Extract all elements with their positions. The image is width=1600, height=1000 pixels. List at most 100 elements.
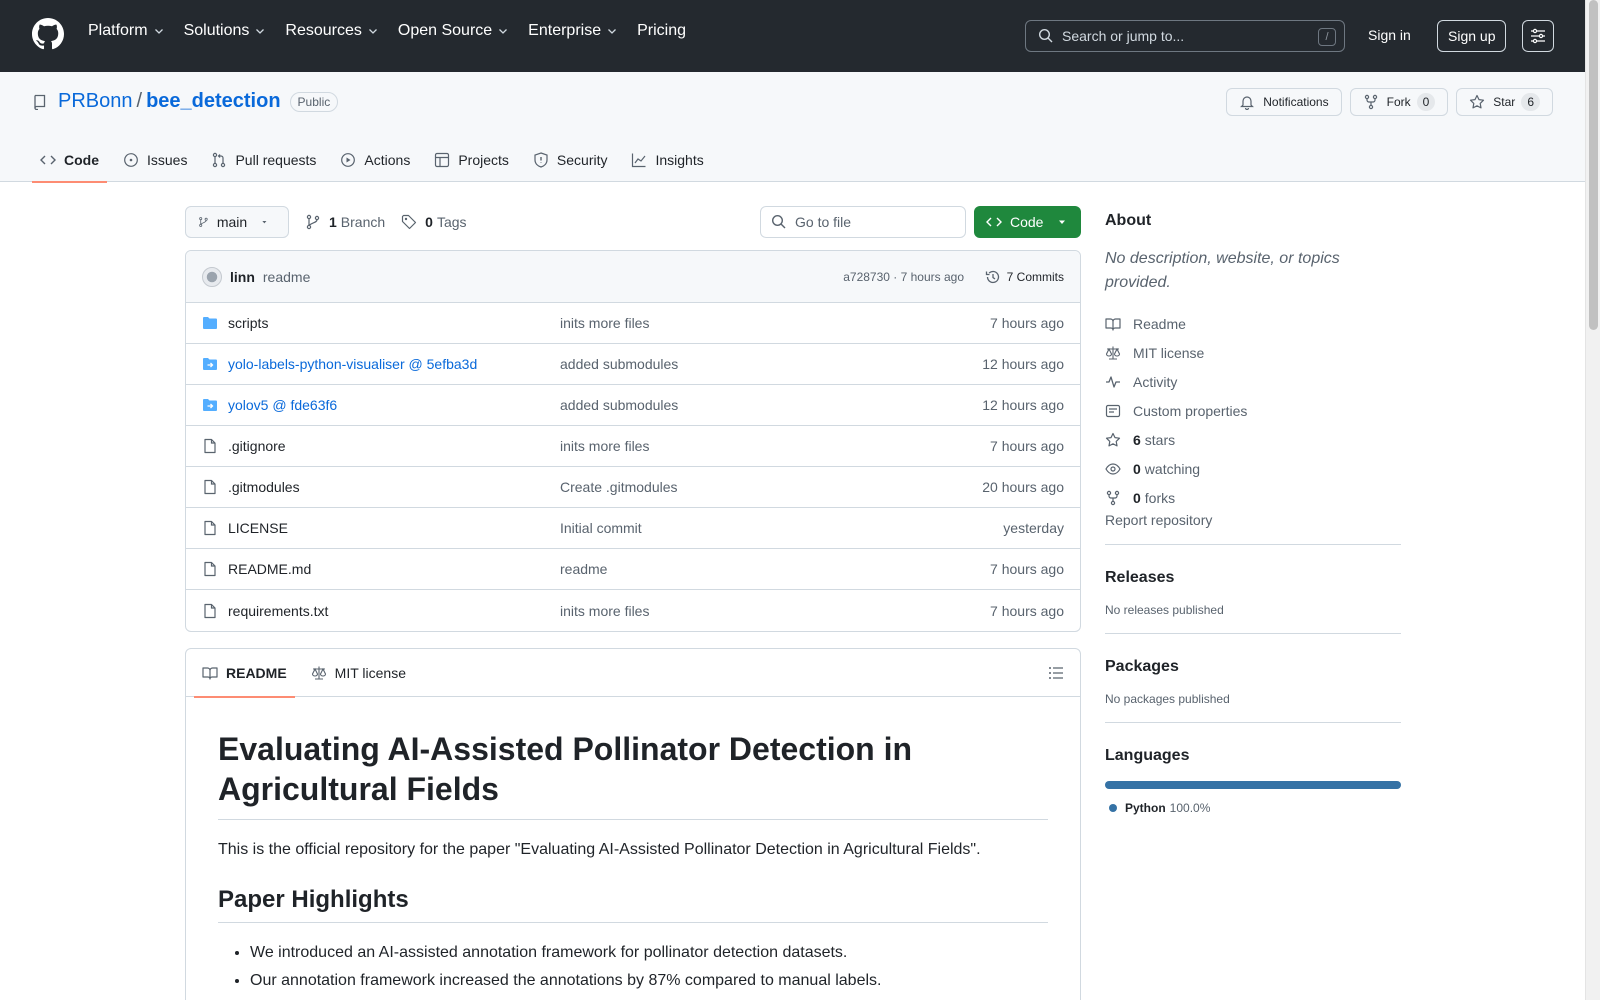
file-name-link[interactable]: README.md (228, 561, 560, 577)
star-icon (1470, 94, 1485, 109)
sign-in-link[interactable]: Sign in (1368, 27, 1411, 43)
nav-pricing[interactable]: Pricing (637, 22, 686, 40)
table-row[interactable]: yolov5 @ fde63f6 added submodules 12 hours… (186, 385, 1080, 426)
nav-solutions[interactable]: Solutions (184, 22, 267, 40)
file-commit-message[interactable]: added submodules (560, 397, 678, 413)
tab-issues[interactable]: Issues (115, 138, 195, 182)
nav-resources[interactable]: Resources (285, 22, 378, 40)
file-commit-message[interactable]: Initial commit (560, 520, 642, 536)
nav-platform[interactable]: Platform (88, 22, 165, 40)
search-input[interactable]: Search or jump to... / (1025, 20, 1345, 52)
file-name-link[interactable]: .gitignore (228, 438, 560, 454)
search-icon (1038, 28, 1053, 43)
sign-up-button[interactable]: Sign up (1437, 20, 1507, 52)
file-name-link[interactable]: requirements.txt (228, 603, 560, 619)
table-row[interactable]: yolo-labels-python-visualiser @ 5efba3d a… (186, 344, 1080, 385)
github-logo-icon[interactable] (32, 18, 64, 50)
packages-heading[interactable]: Packages (1105, 658, 1401, 676)
language-name: Python (1125, 801, 1166, 815)
packages-section: Packages No packages published (1105, 633, 1401, 706)
scrollbar-thumb[interactable] (1589, 0, 1598, 330)
code-dropdown-button[interactable]: Code (974, 206, 1081, 238)
sidebar-link-stars[interactable]: 6 stars (1105, 425, 1401, 454)
about-heading: About (1105, 212, 1152, 229)
pull-request-icon (213, 152, 226, 168)
file-name-link[interactable]: yolov5 @ fde63f6 (228, 397, 560, 413)
tab-readme[interactable]: README (194, 649, 295, 698)
branch-selector[interactable]: main (185, 206, 289, 238)
sidebar-link-custom-properties[interactable]: Custom properties (1105, 396, 1401, 425)
commit-message[interactable]: readme (263, 269, 310, 285)
file-commit-message[interactable]: Create .gitmodules (560, 479, 678, 495)
table-row[interactable]: scripts inits more files 7 hours ago (186, 303, 1080, 344)
file-commit-message[interactable]: readme (560, 561, 607, 577)
sidebar-link-mit-license[interactable]: MIT license (1105, 338, 1401, 367)
nav-open-source[interactable]: Open Source (398, 22, 509, 40)
sidebar-link-count: 0 (1133, 489, 1141, 506)
language-item[interactable]: Python 100.0% (1105, 801, 1401, 815)
search-shortcut-key: / (1318, 28, 1336, 46)
tab-actions[interactable]: Actions (332, 138, 418, 182)
tab-insights[interactable]: Insights (623, 138, 711, 182)
commits-link[interactable]: 7 Commits (985, 269, 1064, 285)
sidebar-link-watching[interactable]: 0 watching (1105, 454, 1401, 483)
table-row[interactable]: .gitignore inits more files 7 hours ago (186, 426, 1080, 467)
file-icon (204, 520, 216, 536)
file-name-link[interactable]: LICENSE (228, 520, 560, 536)
go-to-file-input[interactable]: Go to file (760, 206, 966, 238)
releases-section: Releases No releases published (1105, 544, 1401, 617)
tab-security[interactable]: Security (525, 138, 616, 182)
file-commit-message[interactable]: added submodules (560, 356, 678, 372)
notifications-button[interactable]: Notifications (1226, 88, 1342, 116)
avatar[interactable] (202, 266, 222, 287)
repo-actions: Notifications Fork 0 Star 6 (1218, 88, 1553, 116)
file-type-icon (202, 520, 218, 536)
branches-link[interactable]: 1 Branch (305, 214, 385, 230)
releases-heading[interactable]: Releases (1105, 569, 1401, 587)
file-name-link[interactable]: scripts (228, 315, 560, 331)
fork-button[interactable]: Fork 0 (1349, 88, 1449, 116)
menu-button[interactable] (1522, 20, 1554, 52)
file-commit-time: 7 hours ago (990, 561, 1064, 577)
table-row[interactable]: .gitmodules Create .gitmodules 20 hours ag… (186, 467, 1080, 508)
file-type-icon (202, 479, 218, 495)
sidebar-link-forks[interactable]: 0 forks (1105, 483, 1401, 512)
list-item: We introduced an AI-assisted annotation … (250, 939, 1048, 967)
readme-title: Evaluating AI-Assisted Pollinator Detect… (218, 729, 1048, 820)
tab-code[interactable]: Code (32, 138, 107, 183)
star-button[interactable]: Star 6 (1456, 88, 1553, 116)
repo-sidebar: About No description, website, or topics… (1105, 206, 1401, 815)
file-name-link[interactable]: yolo-labels-python-visualiser @ 5efba3d (228, 356, 560, 372)
file-icon (204, 438, 216, 454)
table-row[interactable]: LICENSE Initial commit yesterday (186, 508, 1080, 549)
file-icon (204, 603, 216, 618)
repo-owner-link[interactable]: PRBonn (58, 90, 133, 113)
list-icon[interactable] (1048, 665, 1064, 681)
sidebar-link-activity[interactable]: Activity (1105, 367, 1401, 396)
tab-projects[interactable]: Projects (426, 138, 517, 182)
nav-enterprise[interactable]: Enterprise (528, 22, 618, 40)
commit-hash-time[interactable]: a728730 · 7 hours ago (843, 270, 964, 284)
file-commit-message[interactable]: inits more files (560, 438, 649, 454)
report-repository-link[interactable]: Report repository (1105, 512, 1212, 528)
tab-license[interactable]: MIT license (303, 649, 414, 697)
sidebar-link-readme[interactable]: Readme (1105, 309, 1401, 338)
branch-label: Branch (340, 214, 386, 230)
chevron-down-icon (154, 29, 163, 34)
bell-icon (1240, 96, 1255, 110)
nav-label: Resources (285, 22, 362, 39)
commit-count: 7 Commits (1006, 269, 1064, 284)
global-header: Platform Solutions Resources Open Source… (0, 0, 1585, 72)
file-commit-message[interactable]: inits more files (560, 315, 649, 331)
repo-tabs: Code Issues Pull requests Actions Projec… (32, 138, 720, 183)
file-commit-message[interactable]: inits more files (560, 603, 649, 619)
note-icon (1105, 404, 1121, 417)
repo-name-link[interactable]: bee_detection (146, 90, 280, 113)
scrollbar[interactable] (1585, 0, 1600, 1000)
table-row[interactable]: requirements.txt inits more files 7 hours … (186, 590, 1080, 631)
commit-author[interactable]: linn (230, 269, 255, 285)
tab-pull-requests[interactable]: Pull requests (203, 138, 324, 182)
tags-link[interactable]: 0 Tags (401, 214, 467, 230)
table-row[interactable]: README.md readme 7 hours ago (186, 549, 1080, 590)
file-name-link[interactable]: .gitmodules (228, 479, 560, 495)
